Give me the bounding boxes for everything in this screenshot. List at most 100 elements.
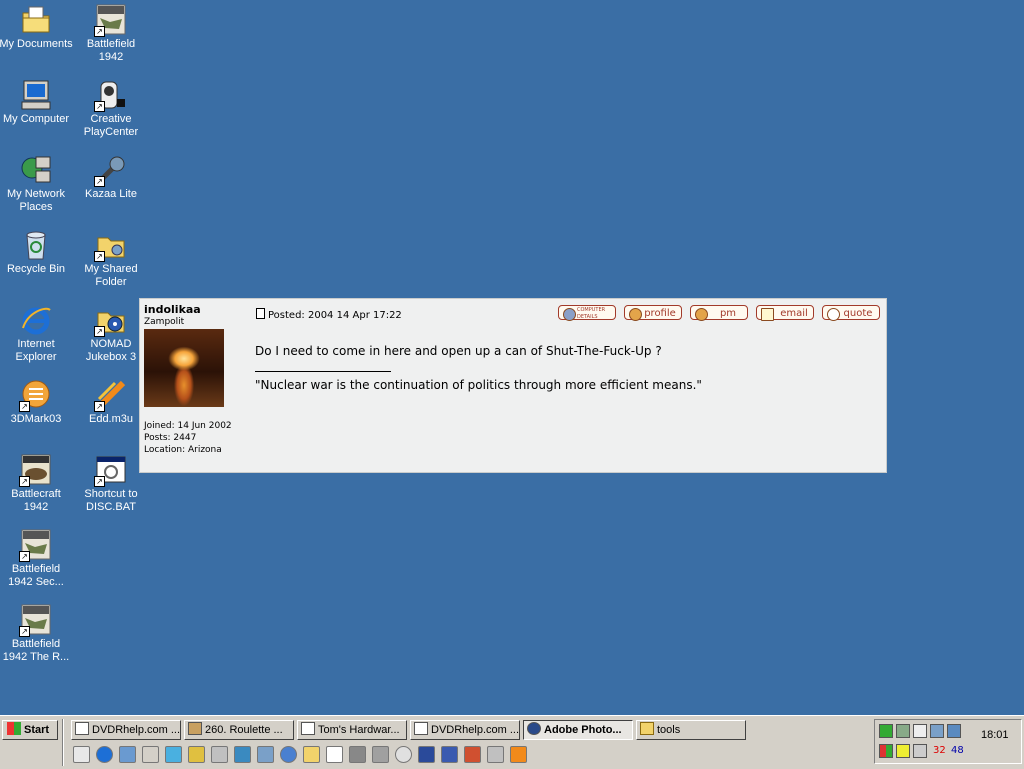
antivirus-tray-icon[interactable] [896, 724, 910, 738]
hardware-icon[interactable] [372, 746, 389, 763]
desktop-icon-edd-m3u[interactable]: ↗ Edd.m3u [74, 377, 148, 426]
windows-logo-icon [7, 722, 21, 735]
outlook-express-icon[interactable] [119, 746, 136, 763]
winamp-icon[interactable] [188, 746, 205, 763]
avatar [144, 329, 224, 407]
connection-icon[interactable] [930, 724, 944, 738]
quick-launch-separator [62, 744, 64, 766]
users-icon [695, 308, 708, 321]
pm-button[interactable]: pm [690, 305, 748, 321]
post-user-rank: Zampolit [144, 317, 185, 327]
desktop-icon-recycle-bin[interactable]: Recycle Bin [0, 227, 73, 276]
d-app-icon[interactable] [326, 746, 343, 763]
internet-explorer-quicklaunch-icon[interactable] [96, 746, 113, 763]
battlefield-road-to-rome-icon: ↗ [19, 604, 52, 637]
post-document-icon [256, 308, 265, 319]
roulette-icon [188, 722, 202, 735]
post-joined: Joined: 14 Jun 2002 [144, 421, 232, 431]
folder-documents-icon [20, 4, 52, 36]
clock[interactable]: 18:01 [981, 729, 1009, 741]
temperature-readout: 32 [933, 745, 946, 756]
post-user-info: Joined: 14 Jun 2002 Posts: 2447 Location… [144, 420, 234, 456]
computer-icon [563, 308, 576, 321]
battlefield-secret-weapons-icon: ↗ [19, 529, 52, 562]
desktop-icon-shortcut-disc-bat[interactable]: ↗ Shortcut to DISC.BAT [74, 452, 148, 514]
task-button-dvdrhelp-1[interactable]: DVDRhelp.com ... [71, 720, 181, 740]
desktop-icon-my-network-places[interactable]: My Network Places [0, 152, 73, 214]
computer-icon [20, 79, 52, 111]
ie-page-icon [414, 722, 428, 735]
task-button-roulette[interactable]: 260. Roulette ... [184, 720, 294, 740]
desktop-icon-battlefield-1942-road[interactable]: ↗ Battlefield 1942 The R... [0, 602, 73, 664]
network-icon[interactable] [257, 746, 274, 763]
desktop-icon-my-shared-folder[interactable]: ↗ My Shared Folder [74, 227, 148, 289]
media-icon[interactable] [165, 746, 182, 763]
ie-page-icon [75, 722, 89, 735]
drive-icon[interactable] [142, 746, 159, 763]
desktop-icon-my-documents[interactable]: My Documents [0, 2, 73, 51]
settings-icon[interactable] [418, 746, 435, 763]
desktop-icon-battlecraft-1942[interactable]: ↗ Battlecraft 1942 [0, 452, 73, 514]
desktop-icon-my-computer[interactable]: My Computer [0, 77, 73, 126]
task-button-dvdrhelp-2[interactable]: DVDRhelp.com ... [410, 720, 520, 740]
shared-folder-icon: ↗ [94, 229, 127, 262]
battlefield-1942-icon: ↗ [94, 4, 127, 37]
desktop-icon-creative-playcenter[interactable]: ↗ Creative PlayCenter [74, 77, 148, 139]
folder-quicklaunch-icon[interactable] [303, 746, 320, 763]
user-icon [629, 308, 642, 321]
monitor-icon[interactable] [234, 746, 251, 763]
desktop-icon-kazaa-lite[interactable]: ↗ Kazaa Lite [74, 152, 148, 201]
quote-button[interactable]: quote [822, 305, 880, 321]
start-button[interactable]: Start [2, 720, 58, 740]
3dmark-icon: ↗ [19, 379, 52, 412]
post-date: Posted: 2004 14 Apr 17:22 [256, 308, 402, 321]
desktop-icon-nomad-jukebox-3[interactable]: ↗ NOMAD Jukebox 3 [74, 302, 148, 364]
signature-divider [255, 371, 391, 372]
task-button-adobe-photoshop[interactable]: Adobe Photo... [523, 720, 633, 740]
desktop-icon-3dmark03[interactable]: ↗ 3DMark03 [0, 377, 73, 426]
internet-explorer-icon [20, 304, 52, 336]
desktop-icon-battlefield-1942-sec[interactable]: ↗ Battlefield 1942 Sec... [0, 527, 73, 589]
show-desktop-icon[interactable] [73, 746, 90, 763]
gauge-icon[interactable] [913, 744, 927, 758]
batch-file-icon: ↗ [94, 454, 127, 487]
task-button-tools[interactable]: tools [636, 720, 746, 740]
desktop-icon-internet-explorer[interactable]: Internet Explorer [0, 302, 73, 364]
system-tray: 32 48 18:01 [874, 719, 1022, 764]
tool-icon[interactable] [487, 746, 504, 763]
nomad-jukebox-icon: ↗ [94, 304, 127, 337]
task-button-toms-hardware[interactable]: Tom's Hardwar... [297, 720, 407, 740]
ie-page-icon [301, 722, 315, 735]
monitor-tray-icon[interactable] [947, 724, 961, 738]
kazaa-icon: ↗ [94, 154, 127, 187]
app-icon[interactable] [441, 746, 458, 763]
speaker-icon[interactable] [913, 724, 927, 738]
folder-icon [640, 722, 654, 735]
calculator-icon[interactable] [211, 746, 228, 763]
d-tray-icon[interactable] [896, 744, 910, 758]
fan-readout: 48 [951, 745, 964, 756]
desktop-icon-battlefield-1942[interactable]: ↗ Battlefield 1942 [74, 2, 148, 64]
post-username[interactable]: indolikaa [144, 303, 201, 316]
cd-icon[interactable] [395, 746, 412, 763]
recycle-bin-icon [20, 229, 52, 261]
speech-bubble-icon [827, 308, 840, 321]
battlecraft-icon: ↗ [19, 454, 52, 487]
network-tray-icon[interactable] [879, 724, 893, 738]
envelope-icon [761, 308, 774, 321]
forum-post: indolikaa Zampolit Joined: 14 Jun 2002 P… [139, 298, 887, 473]
winamp-playlist-icon[interactable] [510, 746, 527, 763]
computer-details-button[interactable]: COMPUTER DETAILS [558, 305, 616, 321]
messenger-icon[interactable] [280, 746, 297, 763]
post-message: Do I need to come in here and open up a … [255, 344, 662, 358]
fire-icon[interactable] [464, 746, 481, 763]
post-location: Location: Arizona [144, 445, 222, 455]
app-tray-icon[interactable] [879, 744, 893, 758]
disk-tool-icon[interactable] [349, 746, 366, 763]
post-signature: "Nuclear war is the continuation of poli… [255, 378, 702, 392]
email-button[interactable]: email [756, 305, 814, 321]
network-places-icon [20, 154, 52, 186]
profile-button[interactable]: profile [624, 305, 682, 321]
creative-playcenter-icon: ↗ [94, 79, 127, 112]
post-count: Posts: 2447 [144, 433, 197, 443]
